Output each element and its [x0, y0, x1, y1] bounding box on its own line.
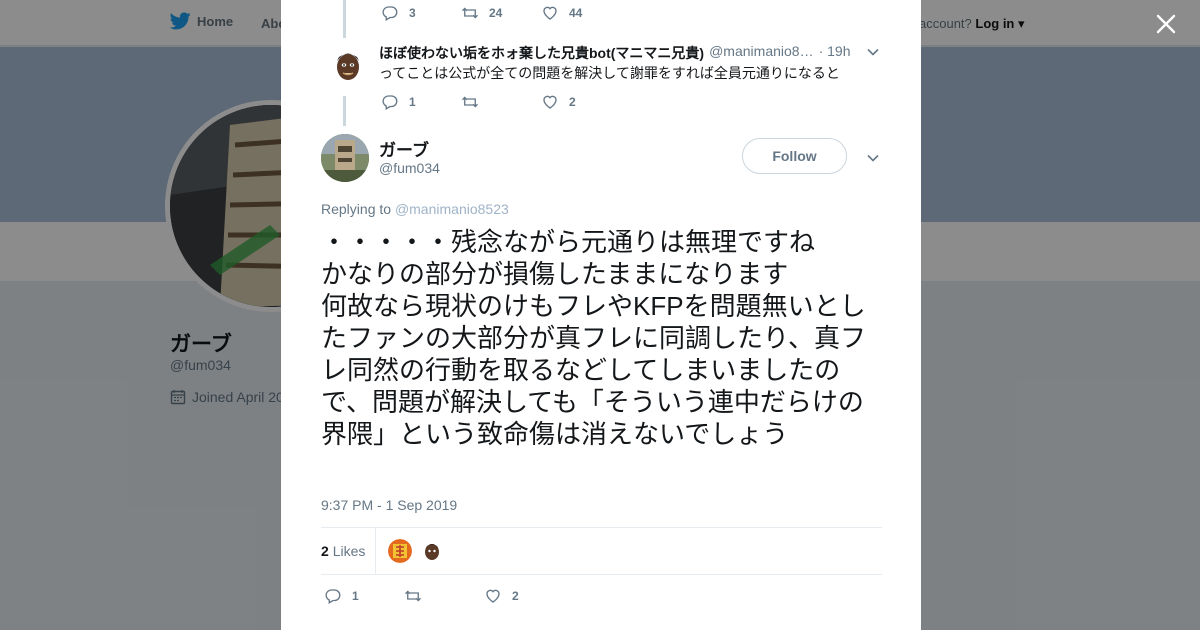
- retweet-action[interactable]: 24: [461, 4, 541, 22]
- retweet-icon: [405, 590, 421, 602]
- main-author-handle[interactable]: @fum034: [379, 160, 440, 176]
- reply-action[interactable]: 1: [324, 587, 404, 605]
- liker-avatar-image: [388, 539, 412, 563]
- like-action[interactable]: 2: [484, 587, 564, 605]
- reply-tweet-text: ってことは公式が全ての問題を解決して謝罪をすれば全員元通りになると: [379, 65, 840, 81]
- retweet-action[interactable]: [461, 93, 541, 111]
- like-action[interactable]: 44: [541, 4, 621, 22]
- thread-line: [343, 96, 346, 126]
- thread-line: [343, 0, 346, 38]
- replying-to-label: Replying to: [321, 201, 392, 217]
- main-author-avatar-image: [321, 134, 369, 182]
- main-author-avatar[interactable]: [321, 134, 369, 182]
- reply-tweet-actions: 1 2: [381, 93, 621, 111]
- tweet-timestamp[interactable]: 9:37 PM - 1 Sep 2019: [321, 497, 457, 513]
- retweet-icon: [462, 96, 478, 108]
- retweet-action[interactable]: [404, 587, 484, 605]
- tweet-stats: 2 Likes: [321, 527, 882, 575]
- heart-icon: [543, 6, 557, 20]
- replying-to: Replying to @manimanio8523: [321, 201, 509, 217]
- reply-icon: [325, 589, 341, 604]
- reply-tweet-header: ほぼ使わない垢をホォ棄した兄貴bot(マニマニ兄貴) @manimanio8… …: [379, 43, 859, 63]
- reply-action[interactable]: 1: [381, 93, 461, 111]
- close-icon[interactable]: [1154, 12, 1178, 36]
- reply-author-handle[interactable]: @manimanio8…: [709, 43, 813, 63]
- reply-author-avatar[interactable]: [332, 48, 364, 84]
- liker-avatar[interactable]: [422, 540, 442, 562]
- stats-divider: [375, 528, 376, 575]
- follow-button[interactable]: Follow: [742, 138, 847, 174]
- heart-icon: [543, 95, 557, 109]
- prev-tweet-actions: 3 24 44: [381, 4, 621, 22]
- reply-icon: [382, 6, 398, 21]
- retweet-icon: [462, 7, 478, 19]
- likes-count-link[interactable]: 2 Likes: [321, 543, 365, 559]
- reply-action[interactable]: 3: [381, 4, 461, 22]
- reply-icon: [382, 95, 398, 110]
- tweet-modal: 3 24 44 ほぼ使わない垢をホォ棄した兄貴bot(マニマニ兄貴) @mani…: [281, 0, 921, 630]
- heart-icon: [486, 589, 500, 603]
- likes-count: 2: [321, 543, 329, 559]
- main-tweet-text: ・・・・・残念ながら元通りは無理ですね かなりの部分が損傷したままになります 何…: [321, 227, 866, 449]
- reply-tweet-time[interactable]: · 19h: [819, 43, 851, 63]
- main-author-name[interactable]: ガーブ: [379, 136, 429, 161]
- likes-label: Likes: [332, 543, 366, 559]
- liker-avatar[interactable]: [388, 539, 412, 563]
- reply-author-name[interactable]: ほぼ使わない垢をホォ棄した兄貴bot(マニマニ兄貴): [379, 43, 704, 63]
- main-tweet-actions: 1 2: [324, 587, 564, 605]
- replying-to-handle[interactable]: @manimanio8523: [395, 201, 509, 217]
- like-action[interactable]: 2: [541, 93, 621, 111]
- chevron-down-icon[interactable]: [866, 45, 880, 59]
- chevron-down-icon[interactable]: [866, 151, 880, 165]
